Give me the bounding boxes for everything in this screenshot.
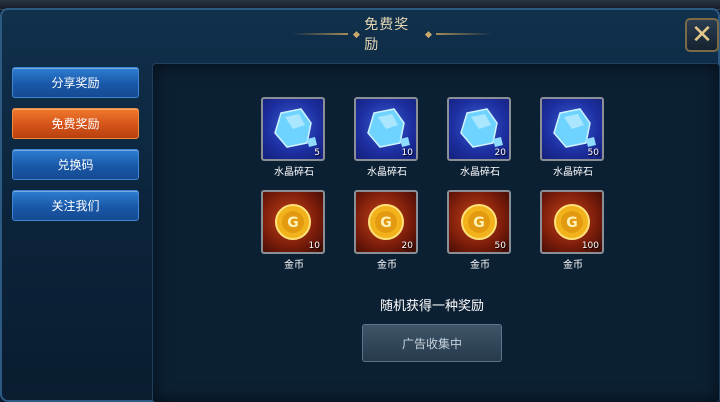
reward-item[interactable]: 5 水晶碎石 xyxy=(261,97,327,178)
svg-text:G: G xyxy=(287,215,299,231)
reward-qty: 10 xyxy=(401,148,413,158)
reward-name: 金币 xyxy=(377,260,397,271)
svg-text:G: G xyxy=(380,215,392,231)
reward-item[interactable]: 20 水晶碎石 xyxy=(447,97,513,178)
reward-qty: 100 xyxy=(581,241,599,251)
title-ornament-left xyxy=(292,33,348,35)
reward-name: 水晶碎石 xyxy=(274,167,314,178)
svg-text:G: G xyxy=(566,215,578,231)
reward-item[interactable]: G 100 金币 xyxy=(540,190,606,271)
crystal-icon: 20 xyxy=(447,97,511,161)
reward-item[interactable]: G 20 金币 xyxy=(354,190,420,271)
dialog-title: 免费奖励 xyxy=(364,17,410,53)
crystal-icon: 10 xyxy=(354,97,418,161)
reward-name: 水晶碎石 xyxy=(367,167,407,178)
reward-qty: 20 xyxy=(494,148,506,158)
reward-item[interactable]: 50 水晶碎石 xyxy=(540,97,606,178)
reward-qty: 10 xyxy=(308,241,320,251)
dialog-title-bar: 免费奖励 xyxy=(292,17,492,53)
crystal-icon: 50 xyxy=(540,97,604,161)
title-ornament-dot-right xyxy=(424,30,432,38)
tab-redeem-code[interactable]: 兑换码 xyxy=(12,149,139,180)
reward-name: 金币 xyxy=(563,260,583,271)
random-reward-hint: 随机获得一种奖励 xyxy=(379,299,484,314)
reward-item[interactable]: G 50 金币 xyxy=(447,190,513,271)
reward-name: 金币 xyxy=(470,260,490,271)
gold-coin-icon: G 20 xyxy=(354,190,418,254)
gold-coin-icon: G 100 xyxy=(540,190,604,254)
reward-name: 水晶碎石 xyxy=(553,167,593,178)
reward-qty: 50 xyxy=(587,148,599,158)
close-button[interactable]: ✕ xyxy=(685,18,719,52)
tab-free-reward[interactable]: 免费奖励 xyxy=(12,108,139,139)
reward-name: 金币 xyxy=(284,260,304,271)
reward-qty: 20 xyxy=(401,241,413,251)
close-icon: ✕ xyxy=(691,20,713,50)
title-ornament-right xyxy=(436,33,492,35)
reward-qty: 50 xyxy=(494,241,506,251)
crystal-icon: 5 xyxy=(261,97,325,161)
svg-text:G: G xyxy=(473,215,485,231)
reward-item[interactable]: G 10 金币 xyxy=(261,190,327,271)
reward-name: 水晶碎石 xyxy=(460,167,500,178)
gold-coin-icon: G 10 xyxy=(261,190,325,254)
tab-follow-us[interactable]: 关注我们 xyxy=(12,190,139,221)
reward-item[interactable]: 10 水晶碎石 xyxy=(354,97,420,178)
tab-share-reward[interactable]: 分享奖励 xyxy=(12,67,139,98)
ad-collect-button[interactable]: 广告收集中 xyxy=(362,324,502,362)
gold-coin-icon: G 50 xyxy=(447,190,511,254)
free-reward-dialog: 免费奖励 ✕ 分享奖励 免费奖励 兑换码 关注我们 5 水晶碎石 10 水晶碎石… xyxy=(0,8,720,402)
title-ornament-dot-left xyxy=(352,30,360,38)
reward-qty: 5 xyxy=(314,148,320,158)
